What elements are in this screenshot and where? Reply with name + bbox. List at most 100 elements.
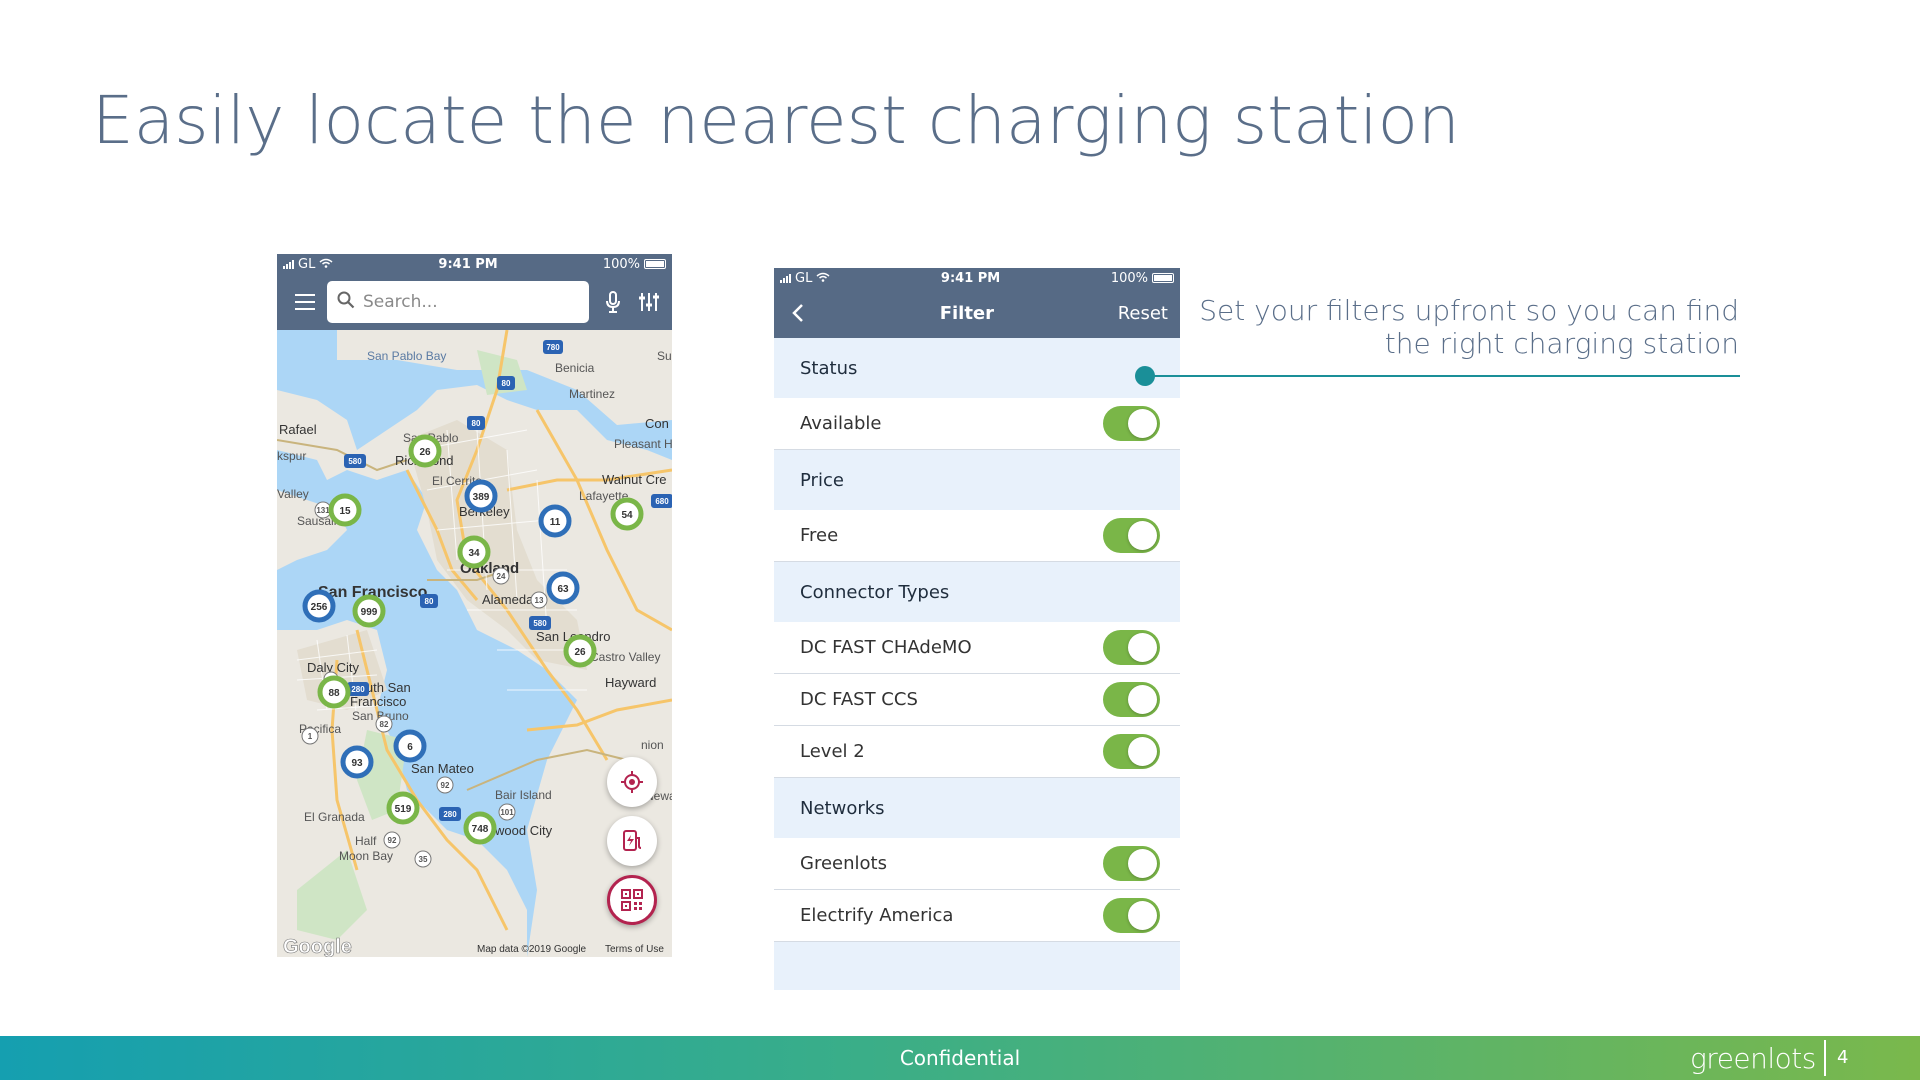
callout-connector-line [1145,375,1740,377]
google-logo: Google [283,936,352,957]
svg-text:6: 6 [407,742,413,753]
station-marker[interactable]: 88 [317,675,351,709]
section-header-networks: Networks [774,778,1180,838]
map-label: Half [355,834,377,848]
option-label: Electrify America [800,905,954,926]
station-marker[interactable]: 11 [538,504,572,538]
map-label: Francisco [350,694,406,709]
highway-shield: 80 [497,376,515,390]
toggle-switch[interactable] [1103,630,1160,665]
highway-shield: 82 [375,715,393,733]
option-label: Free [800,525,839,546]
slide-title: Easily locate the nearest charging stati… [92,82,1460,159]
search-input[interactable]: Search... [327,281,589,323]
svg-text:131: 131 [316,506,330,515]
station-marker[interactable]: 256 [302,589,336,623]
map-canvas[interactable]: San Pablo Bay Benicia Martinez Rafael Sa… [277,330,672,957]
hamburger-icon[interactable] [295,294,315,310]
map-toolbar: Search... [277,274,672,330]
svg-text:519: 519 [395,804,412,815]
svg-text:92: 92 [388,836,397,845]
svg-text:26: 26 [574,647,586,658]
svg-text:999: 999 [361,607,378,618]
station-marker[interactable]: 26 [408,434,442,468]
filter-option-free[interactable]: Free [774,510,1180,562]
station-marker[interactable]: 34 [457,535,491,569]
station-marker[interactable]: 54 [610,497,644,531]
option-label: DC FAST CHAdeMO [800,637,972,658]
map-header: GL 9:41 PM 100% Search... [277,254,672,330]
station-marker[interactable]: 519 [386,791,420,825]
map-label: Castro Valley [590,650,660,664]
toggle-switch[interactable] [1103,734,1160,769]
station-marker[interactable]: 15 [328,493,362,527]
battery-icon [643,259,666,269]
toggle-switch[interactable] [1103,846,1160,881]
svg-text:11: 11 [550,517,561,528]
svg-text:93: 93 [351,758,363,769]
svg-text:748: 748 [472,824,489,835]
microphone-icon[interactable] [601,290,625,314]
svg-text:13: 13 [535,596,544,605]
svg-text:54: 54 [621,510,633,521]
svg-text:256: 256 [311,602,328,613]
toggle-switch[interactable] [1103,898,1160,933]
station-marker[interactable]: 389 [464,479,498,513]
qr-scan-button[interactable] [607,875,657,925]
charging-stations-button[interactable] [607,816,657,866]
page-number: 4 [1837,1047,1849,1068]
carrier: GL [298,256,316,272]
footer-divider [1824,1040,1826,1076]
map-label: kspur [277,449,306,463]
highway-shield: 92 [436,776,454,794]
map-label: Benicia [555,361,595,375]
filter-option-greenlots[interactable]: Greenlots [774,838,1180,890]
station-marker[interactable]: 26 [563,634,597,668]
filter-sliders-icon[interactable] [637,290,661,314]
station-marker[interactable]: 748 [463,811,497,845]
station-marker[interactable]: 93 [340,745,374,779]
confidential-label: Confidential [899,1046,1021,1070]
filter-option-dc-fast-ccs[interactable]: DC FAST CCS [774,674,1180,726]
svg-text:34: 34 [468,548,480,559]
status-bar: GL 9:41 PM 100% [774,268,1180,288]
svg-text:82: 82 [380,720,389,729]
filter-option-dc-fast-chademo[interactable]: DC FAST CHAdeMO [774,622,1180,674]
map-data-attribution: Map data ©2019 Google [477,944,587,955]
highway-shield: 80 [420,594,438,608]
terms-of-use-link[interactable]: Terms of Use [605,944,664,955]
svg-text:389: 389 [473,492,490,503]
option-label: Level 2 [800,741,865,762]
toggle-switch[interactable] [1103,518,1160,553]
station-marker[interactable]: 63 [546,571,580,605]
filter-option-electrify-america[interactable]: Electrify America [774,890,1180,942]
footer-bar: Confidential greenlots 4 [0,1036,1920,1080]
station-marker[interactable]: 999 [352,594,386,628]
carrier: GL [795,270,813,286]
map-label: Walnut Cre [602,472,667,487]
highway-shield: 101 [498,803,516,821]
map-view[interactable]: San Pablo Bay Benicia Martinez Rafael Sa… [277,330,672,957]
map-label: Sul [657,349,672,363]
back-chevron-icon[interactable] [792,301,816,325]
status-time: 9:41 PM [438,256,498,272]
map-label: nion [641,738,664,752]
svg-text:26: 26 [419,447,431,458]
station-marker[interactable]: 6 [393,729,427,763]
reset-button[interactable]: Reset [1118,303,1168,324]
callout-text: Set your filters upfront so you can find… [1199,294,1739,360]
filter-option-level-2[interactable]: Level 2 [774,726,1180,778]
status-bar: GL 9:41 PM 100% [277,254,672,274]
section-header-price: Price [774,450,1180,510]
map-label: Con [645,416,669,431]
filter-phone-screen: GL 9:41 PM 100% Filter Reset Status Avai… [774,268,1180,990]
slide: Easily locate the nearest charging stati… [0,0,1920,1080]
locate-me-button[interactable] [607,757,657,807]
highway-shield: 24 [492,567,510,585]
toggle-switch[interactable] [1103,682,1160,717]
toggle-switch[interactable] [1103,406,1160,441]
section-header-status: Status [774,338,1180,398]
filter-option-available[interactable]: Available [774,398,1180,450]
highway-shield: 580 [344,454,366,468]
svg-text:63: 63 [557,584,569,595]
